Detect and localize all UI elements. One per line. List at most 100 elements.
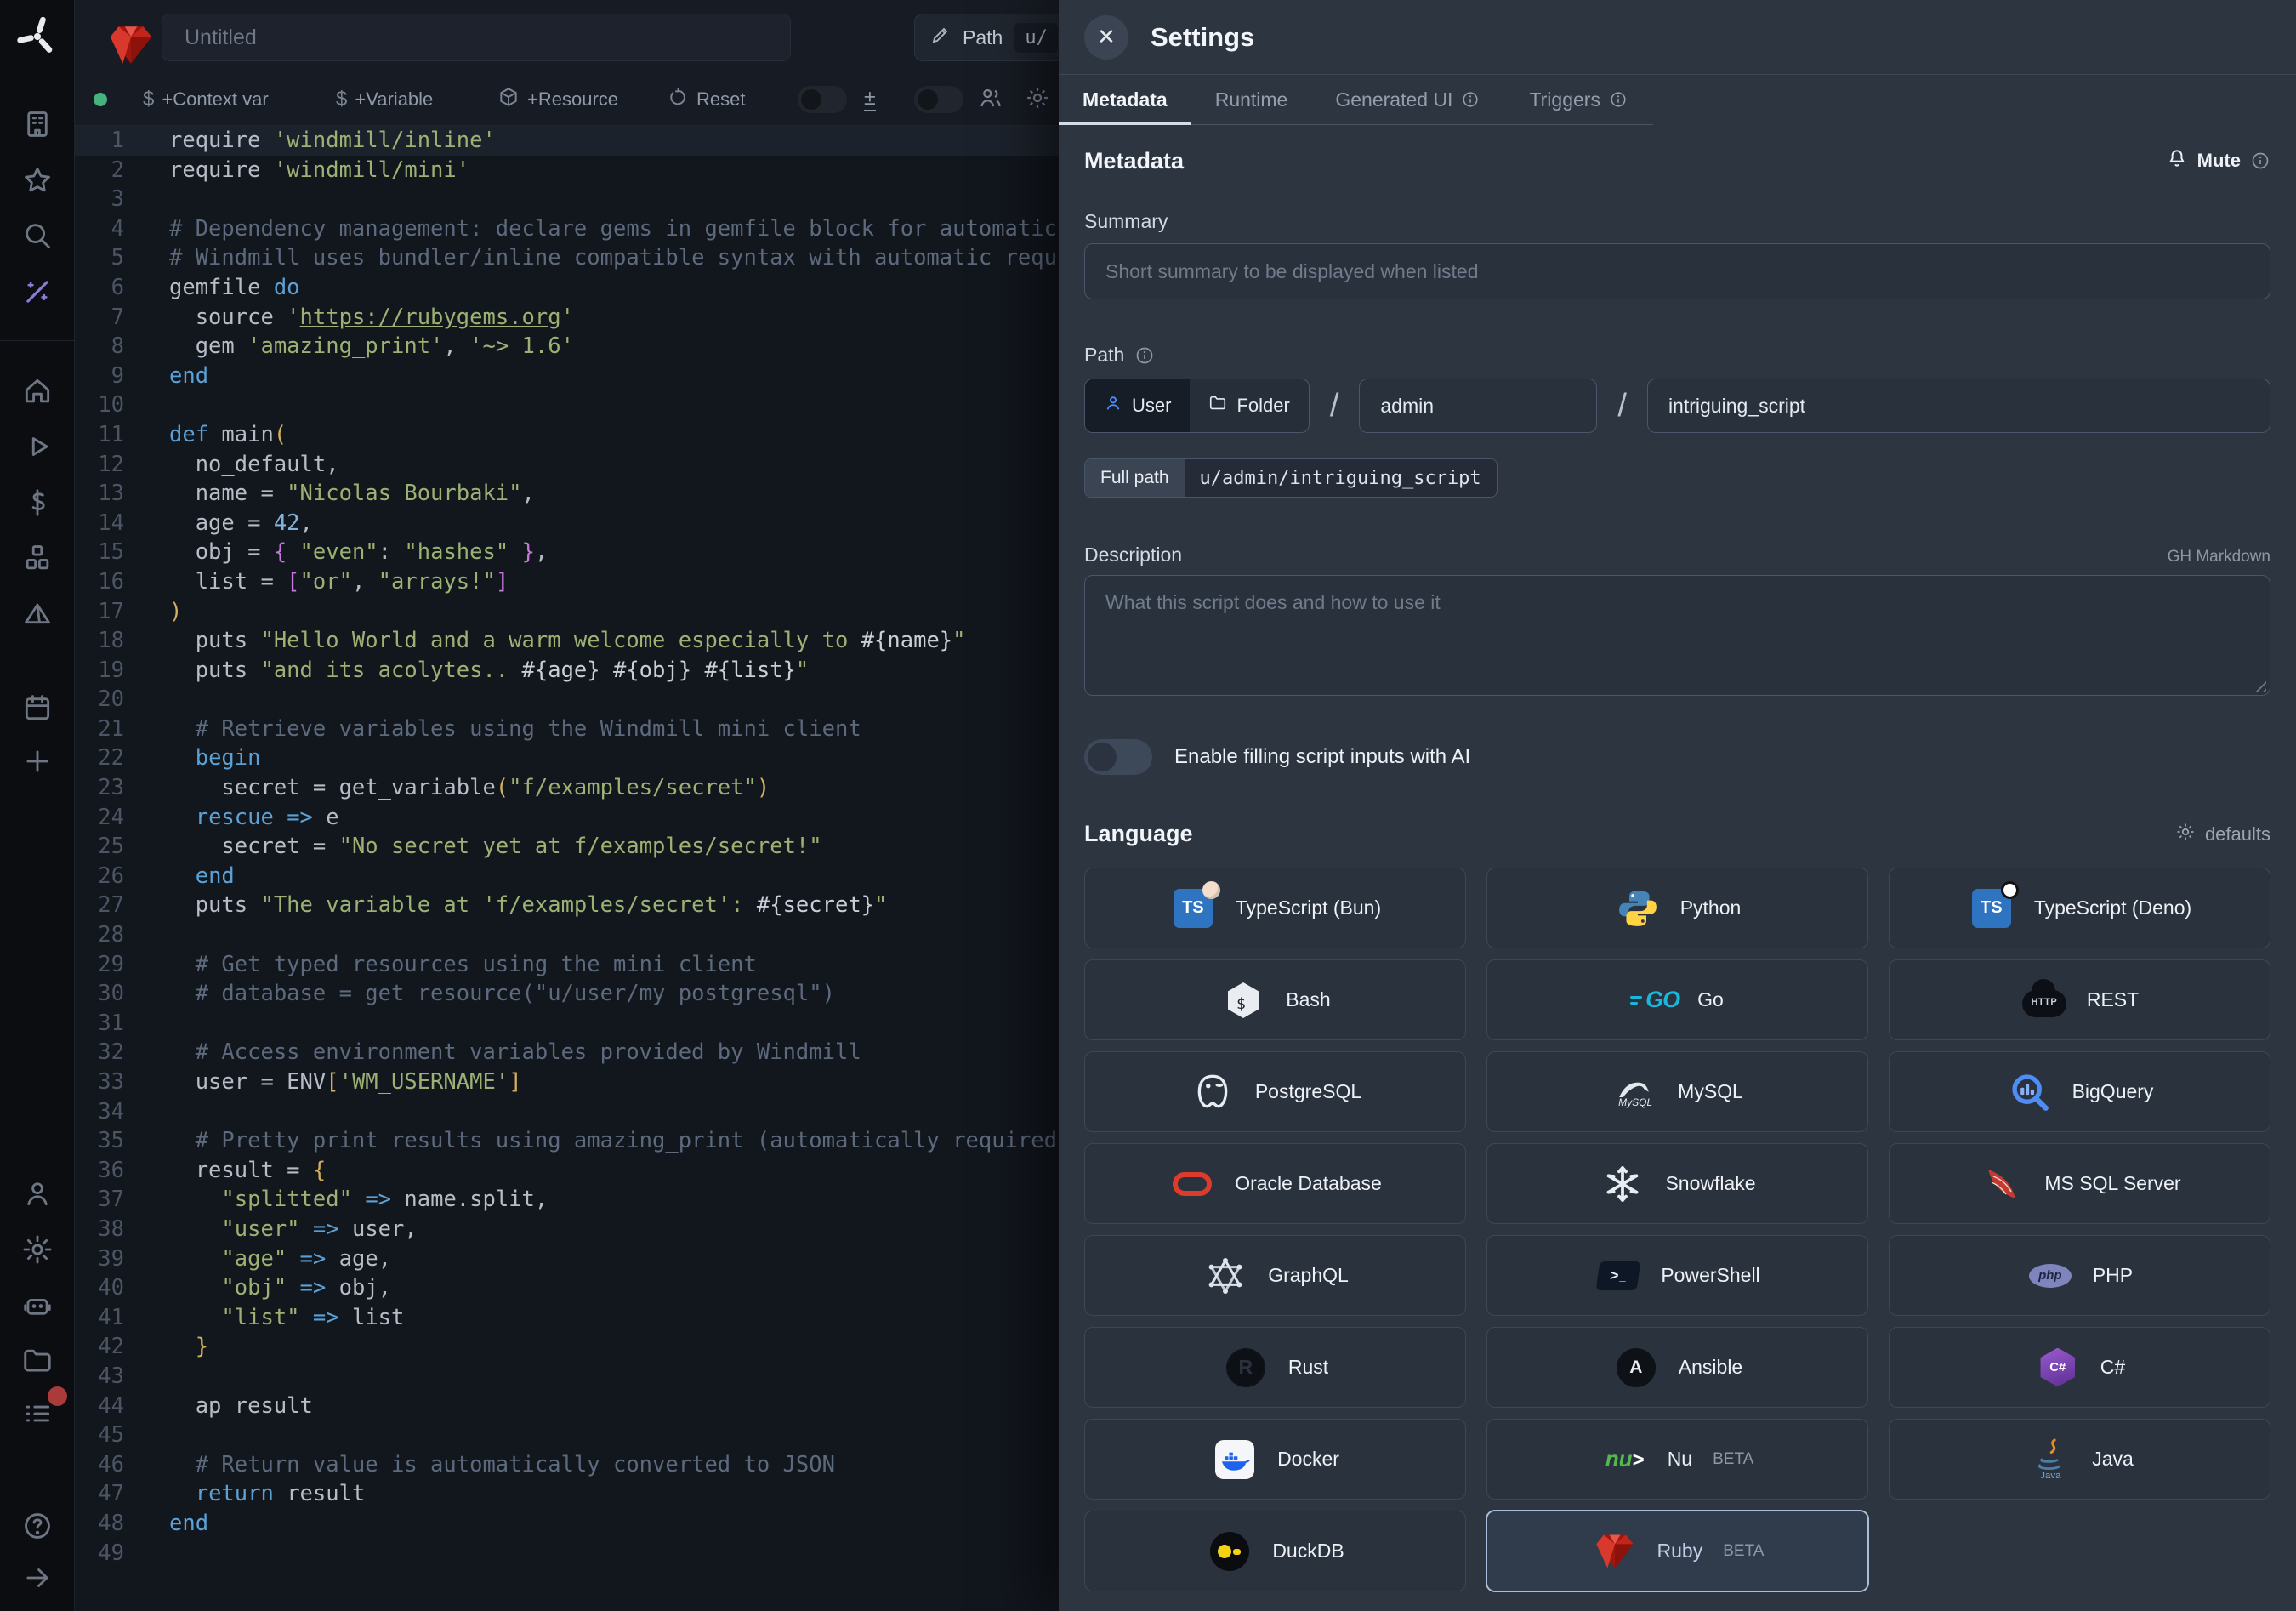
sidebar-item-collapse-arrow[interactable] [19,1561,56,1598]
sidebar-item-settings-gear[interactable] [19,1232,56,1270]
sidebar-item-account-user[interactable] [19,1176,56,1214]
sidebar-item-triggers-pyramid[interactable] [19,598,56,635]
line-number: 31 [75,1009,136,1039]
language-option-ansible[interactable]: AAnsible [1486,1327,1868,1408]
path-name-input[interactable] [1647,379,2270,433]
settings-tabs: MetadataRuntimeGenerated UITriggers [1059,75,1653,125]
description-textarea[interactable] [1084,575,2270,696]
defaults-button[interactable]: defaults [2175,822,2270,847]
language-option-rest[interactable]: HTTPREST [1889,959,2270,1040]
bigquery-icon [2006,1068,2054,1116]
language-option-java[interactable]: JavaJava [1889,1419,2270,1500]
line-number: 40 [75,1273,136,1303]
sidebar-item-resources-cubes[interactable] [19,541,56,578]
mute-label: Mute [2197,150,2241,172]
collapse-arrow-icon [21,1562,54,1598]
line-number: 18 [75,626,136,656]
language-option-oracle-database[interactable]: Oracle Database [1084,1143,1466,1224]
path-owner-input[interactable] [1359,379,1597,433]
sidebar-item-folders[interactable] [19,1344,56,1381]
line-number: 21 [75,714,136,744]
line-number: 46 [75,1450,136,1480]
sidebar-divider [0,340,75,341]
language-option-ms-sql-server[interactable]: MS SQL Server [1889,1143,2270,1224]
ruby-language-icon [106,20,156,70]
sidebar-item-runs-play[interactable] [19,430,56,467]
sidebar-item-help[interactable] [19,1509,56,1546]
reset-label: Reset [696,88,745,111]
language-option-rust[interactable]: RRust [1084,1327,1466,1408]
owner-kind-folder-option[interactable]: Folder [1190,379,1308,432]
tab-generated-ui[interactable]: Generated UI [1311,75,1505,125]
line-number: 16 [75,567,136,597]
language-option-typescript-bun[interactable]: TSTypeScript (Bun) [1084,868,1466,948]
tab-runtime[interactable]: Runtime [1191,75,1312,125]
add-resource-button[interactable]: +Resource [497,86,618,113]
sidebar-item-home[interactable] [19,374,56,412]
sidebar-item-favorites-star[interactable] [19,163,56,201]
sidebar-item-ai-wand[interactable] [19,275,56,312]
mute-button[interactable]: Mute [2166,147,2270,174]
tab-triggers[interactable]: Triggers [1505,75,1653,125]
sidebar-item-variables-dollar[interactable] [19,486,56,523]
owner-kind-user-option[interactable]: User [1085,379,1190,432]
ai-inputs-toggle-label: Enable filling script inputs with AI [1174,745,1470,769]
java-icon: Java [2026,1436,2073,1483]
line-number: 2 [75,156,136,185]
sidebar-item-search[interactable] [19,219,56,256]
line-number: 33 [75,1067,136,1097]
favorites-star-icon [21,164,54,201]
language-option-postgresql[interactable]: PostgreSQL [1084,1051,1466,1132]
line-number: 12 [75,450,136,480]
line-number: 17 [75,597,136,627]
sidebar [0,0,75,1611]
language-option-bigquery[interactable]: BigQuery [1889,1051,2270,1132]
language-option-ruby[interactable]: RubyBETA [1486,1511,1868,1591]
full-path-label: Full path [1085,459,1185,497]
language-option-typescript-deno[interactable]: TSTypeScript (Deno) [1889,868,2270,948]
summary-input[interactable] [1084,243,2270,299]
sidebar-item-workspace-building[interactable] [19,107,56,145]
windmill-logo-icon[interactable] [13,12,62,65]
path-button[interactable]: Path u/ [914,14,1074,61]
language-option-duckdb[interactable]: DuckDB [1084,1511,1466,1591]
line-number: 25 [75,832,136,862]
bell-icon [2166,147,2188,174]
line-number: 38 [75,1215,136,1244]
script-title-input[interactable] [162,14,791,61]
multiplayer-toggle[interactable] [914,86,963,113]
language-option-python[interactable]: Python [1486,868,1868,948]
sidebar-item-schedules-calendar[interactable] [19,691,56,728]
language-option-powershell[interactable]: >_PowerShell [1486,1235,1868,1316]
reset-button[interactable]: Reset [668,87,745,113]
line-number: 11 [75,420,136,450]
diff-toggle[interactable] [798,86,847,113]
language-option-nu[interactable]: nu>NuBETA [1486,1419,1868,1500]
line-number: 29 [75,950,136,980]
owner-kind-folder-label: Folder [1236,395,1289,417]
language-option-docker[interactable]: Docker [1084,1419,1466,1500]
language-option-graphql[interactable]: GraphQL [1084,1235,1466,1316]
settings-panel: ✕ Settings MetadataRuntimeGenerated UITr… [1059,0,2296,1611]
close-icon[interactable]: ✕ [1084,15,1128,60]
sidebar-item-workers-robot[interactable] [19,1288,56,1325]
ai-inputs-toggle[interactable] [1084,739,1152,775]
info-icon [1134,345,1155,366]
typescript-bun-icon: TS [1169,885,1217,932]
tab-metadata[interactable]: Metadata [1059,75,1191,125]
add-variable-button[interactable]: $ +Variable [336,88,433,111]
language-option-bash[interactable]: $Bash [1084,959,1466,1040]
sidebar-item-create-plus[interactable] [19,744,56,782]
gear-icon [2175,822,2196,847]
full-path-chip: Full path u/admin/intriguing_script [1084,458,1498,498]
language-option-go[interactable]: GOGo [1486,959,1868,1040]
sidebar-item-audit-logs-list[interactable] [19,1397,56,1434]
language-option-mysql[interactable]: MySQLMySQL [1486,1051,1868,1132]
editor-settings-gear-icon[interactable] [1025,85,1050,115]
user-icon [1104,394,1122,418]
add-context-var-button[interactable]: $ +Context var [143,88,269,111]
language-option-c[interactable]: C#C# [1889,1327,2270,1408]
language-option-snowflake[interactable]: Snowflake [1486,1143,1868,1224]
language-option-php[interactable]: phpPHP [1889,1235,2270,1316]
full-path-value: u/admin/intriguing_script [1185,459,1497,497]
